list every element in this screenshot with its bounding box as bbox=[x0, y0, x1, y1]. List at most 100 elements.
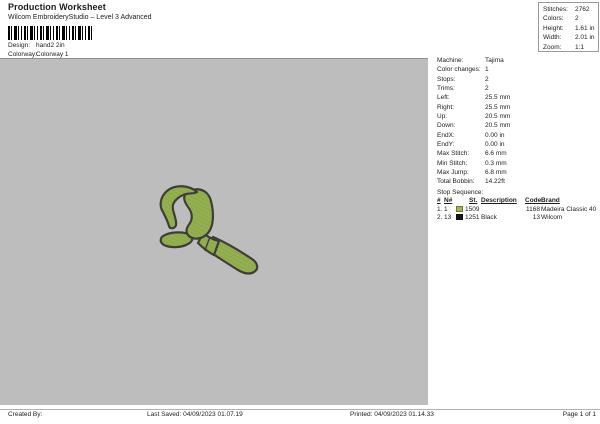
cell-code: 1168 bbox=[526, 205, 540, 213]
info-label: Right: bbox=[437, 103, 454, 111]
stat-label: Colors: bbox=[543, 15, 564, 23]
design-value: hand2 2in bbox=[36, 42, 65, 49]
machine-info-panel: Machine: Tajima Color changes: 1 Stops: 2 T… bbox=[435, 56, 599, 223]
cell-st: 1251 bbox=[456, 214, 481, 223]
colorway-row: Colorway:Colorway 1 bbox=[8, 51, 69, 58]
cell-needle: 13 bbox=[444, 214, 452, 222]
stat-value: 1:1 bbox=[575, 43, 585, 51]
info-value: 20.5 mm bbox=[485, 122, 511, 130]
info-up: Up: 20.5 mm bbox=[435, 112, 599, 121]
info-trims: Trims: 2 bbox=[435, 84, 599, 93]
info-value: 14.22ft bbox=[485, 178, 505, 186]
info-label: EndY: bbox=[437, 140, 455, 148]
info-value: Tajima bbox=[485, 57, 504, 64]
info-color-changes: Color changes: 1 bbox=[435, 65, 599, 74]
info-label: Total Bobbin: bbox=[437, 178, 475, 186]
info-label: Left: bbox=[437, 94, 450, 102]
stat-zoom: Zoom: 1:1 bbox=[543, 43, 598, 52]
design-stats-box: Stitches: 2762 Colors: 2 Height: 1.61 in Wi… bbox=[538, 2, 599, 52]
info-machine: Machine: Tajima bbox=[435, 56, 599, 65]
design-label: Design: bbox=[8, 42, 31, 49]
info-total-bobbin: Total Bobbin: 14.22ft bbox=[435, 177, 599, 186]
thread-color-swatch bbox=[456, 205, 463, 212]
info-max-jump: Max Jump: 6.8 mm bbox=[435, 168, 599, 177]
design-canvas bbox=[0, 58, 428, 405]
colorway-label: Colorway: bbox=[8, 51, 37, 58]
stat-width: Width: 2.01 in bbox=[543, 33, 598, 42]
info-max-stitch: Max Stitch: 6.6 mm bbox=[435, 149, 599, 158]
info-label: Color changes: bbox=[437, 66, 481, 74]
info-endx: EndX: 0.00 in bbox=[435, 131, 599, 140]
colorway-value: Colorway 1 bbox=[36, 51, 69, 58]
info-endy: EndY: 0.00 in bbox=[435, 140, 599, 149]
info-stops: Stops: 2 bbox=[435, 75, 599, 84]
info-value: 0.00 in bbox=[485, 131, 505, 139]
stat-label: Stitches: bbox=[543, 6, 568, 13]
hand-design-image bbox=[159, 185, 259, 275]
info-min-stitch: Min Stitch: 0.3 mm bbox=[435, 159, 599, 168]
stat-colors: Colors: 2 bbox=[543, 14, 598, 23]
header-needle: N# bbox=[444, 196, 453, 204]
info-value: 20.5 mm bbox=[485, 112, 511, 120]
info-value: 6.8 mm bbox=[485, 168, 507, 176]
footer-created-by: Created By: bbox=[8, 411, 43, 418]
stat-value: 2.01 in bbox=[575, 34, 595, 42]
cell-code: 13 bbox=[532, 214, 540, 222]
stat-label: Zoom: bbox=[543, 43, 562, 51]
footer-last-saved: Last Saved: 04/09/2023 01.07.19 bbox=[147, 411, 243, 418]
production-worksheet-page: Production Worksheet Wilcom EmbroiderySt… bbox=[0, 0, 600, 424]
info-label: Trims: bbox=[437, 84, 455, 92]
cell-brand: Wilcom bbox=[541, 214, 563, 222]
info-right: Right: 25.5 mm bbox=[435, 103, 599, 112]
stop-sequence-row: 1. 1 1509 1168 Madeira Classic 40 bbox=[435, 205, 599, 215]
cell-num: 2. bbox=[437, 214, 443, 222]
cell-description: Black bbox=[481, 214, 497, 222]
info-value: 1 bbox=[485, 66, 489, 74]
stat-label: Height: bbox=[543, 24, 564, 32]
info-value: 0.3 mm bbox=[485, 159, 507, 167]
stop-sequence-header-row: # N# St. Description Code Brand bbox=[435, 197, 599, 206]
header-num: # bbox=[437, 196, 441, 204]
info-value: 2 bbox=[485, 84, 489, 92]
stat-label: Width: bbox=[543, 34, 562, 42]
cell-num: 1. bbox=[437, 205, 443, 213]
info-label: Max Stitch: bbox=[437, 150, 470, 158]
info-label: Stops: bbox=[437, 75, 456, 83]
cell-needle: 1 bbox=[444, 205, 448, 213]
stop-sequence-row: 2. 13 1251 Black 13 Wilcom bbox=[435, 214, 599, 223]
hand-palm-shape bbox=[183, 188, 215, 240]
stat-value: 2 bbox=[575, 15, 579, 23]
info-value: 25.5 mm bbox=[485, 94, 511, 102]
footer-divider bbox=[0, 409, 600, 410]
page-title: Production Worksheet bbox=[8, 2, 106, 12]
cell-st-number: 1509 bbox=[465, 205, 480, 213]
stat-stitches: Stitches: 2762 bbox=[543, 5, 598, 14]
cell-brand: Madeira Classic 40 bbox=[541, 205, 597, 213]
info-label: Down: bbox=[437, 122, 456, 130]
thread-color-swatch bbox=[456, 214, 463, 221]
info-label: Up: bbox=[437, 112, 448, 120]
stop-sequence-table: # N# St. Description Code Brand 1. 1 150… bbox=[435, 197, 599, 223]
stat-value: 2762 bbox=[575, 6, 590, 13]
header-brand: Brand bbox=[541, 196, 560, 204]
info-label: Machine: bbox=[437, 57, 464, 64]
info-label: Max Jump: bbox=[437, 168, 469, 176]
info-value: 2 bbox=[485, 75, 489, 83]
cell-st-number: 1251 bbox=[465, 214, 480, 222]
footer-page-number: Page 1 of 1 bbox=[562, 411, 596, 418]
info-value: 0.00 in bbox=[485, 140, 505, 148]
stop-sequence-label: Stop Sequence: bbox=[437, 188, 484, 196]
footer-printed: Printed: 04/09/2023 01.14.33 bbox=[350, 411, 434, 418]
info-label: Min Stitch: bbox=[437, 159, 468, 167]
design-barcode bbox=[8, 26, 93, 40]
stat-height: Height: 1.61 in bbox=[543, 24, 598, 33]
header-st: St. bbox=[469, 196, 478, 204]
cell-st: 1509 bbox=[456, 205, 481, 215]
info-value: 25.5 mm bbox=[485, 103, 511, 111]
info-down: Down: 20.5 mm bbox=[435, 121, 599, 130]
info-label: EndX: bbox=[437, 131, 455, 139]
app-subtitle: Wilcom EmbroideryStudio – Level 3 Advanc… bbox=[8, 14, 152, 21]
header-code: Code bbox=[525, 196, 542, 204]
info-value: 6.6 mm bbox=[485, 150, 507, 158]
cell-description bbox=[481, 206, 525, 215]
